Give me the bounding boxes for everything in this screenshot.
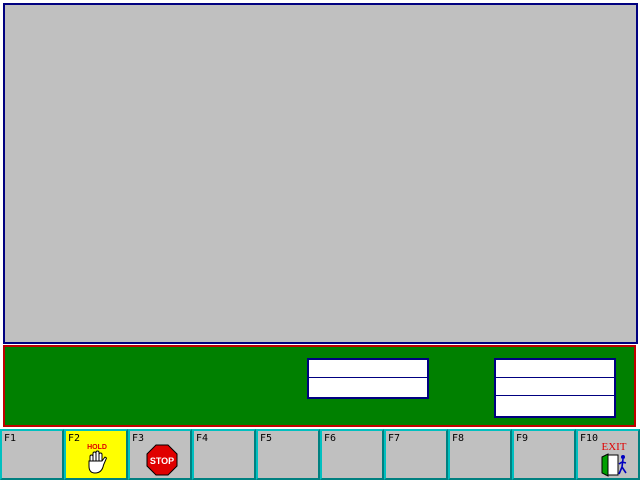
status-field-group-2 <box>494 358 616 418</box>
function-key-bar: F1 F2 HOLD F3 STOP F4 F5 F6 F7 F8 F9 F10… <box>0 429 640 480</box>
hold-hand-icon: HOLD <box>87 444 108 474</box>
status-field-group-1 <box>307 358 429 399</box>
f6-key[interactable]: F6 <box>320 429 384 480</box>
f10-exit-key[interactable]: F10 EXIT <box>576 429 640 480</box>
f7-key-label: F7 <box>388 433 401 444</box>
f5-key-label: F5 <box>260 433 273 444</box>
f10-key-label: F10 <box>580 433 599 444</box>
status-field-1b <box>309 378 427 396</box>
stop-sign-icon: STOP <box>146 444 178 476</box>
exit-door-icon: EXIT <box>601 441 627 477</box>
status-panel <box>3 345 636 427</box>
f8-key[interactable]: F8 <box>448 429 512 480</box>
f3-stop-key[interactable]: F3 STOP <box>128 429 192 480</box>
f9-key[interactable]: F9 <box>512 429 576 480</box>
f2-hold-key[interactable]: F2 HOLD <box>64 429 128 480</box>
f4-key[interactable]: F4 <box>192 429 256 480</box>
f2-key-label: F2 <box>68 433 81 444</box>
hold-icon-text: HOLD <box>87 444 107 451</box>
status-field-2c <box>496 396 614 414</box>
f3-key-label: F3 <box>132 433 145 444</box>
f5-key[interactable]: F5 <box>256 429 320 480</box>
status-field-1a <box>309 360 427 378</box>
f8-key-label: F8 <box>452 433 465 444</box>
f6-key-label: F6 <box>324 433 337 444</box>
f9-key-label: F9 <box>516 433 529 444</box>
status-field-2b <box>496 378 614 396</box>
f1-key[interactable]: F1 <box>0 429 64 480</box>
f1-key-label: F1 <box>4 433 17 444</box>
status-field-2a <box>496 360 614 378</box>
main-display-area <box>3 3 638 344</box>
f7-key[interactable]: F7 <box>384 429 448 480</box>
stop-icon-text: STOP <box>150 456 174 466</box>
exit-icon-text: EXIT <box>601 441 626 453</box>
f4-key-label: F4 <box>196 433 209 444</box>
